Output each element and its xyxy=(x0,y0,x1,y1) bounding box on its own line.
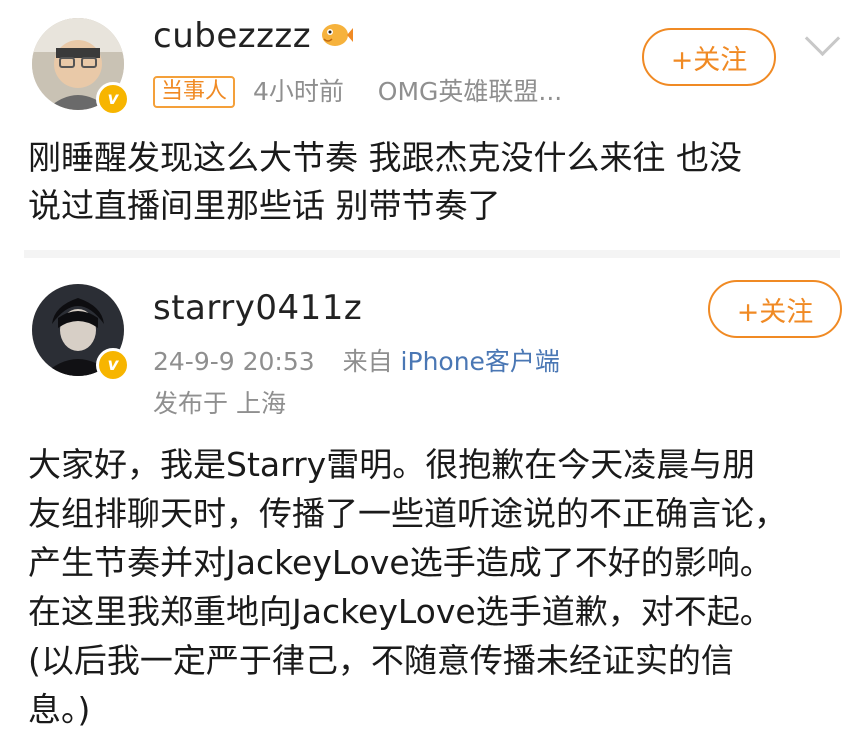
post-meta: 24-9-9 20:53 来自 iPhone客户端 xyxy=(153,342,560,378)
post-source[interactable]: OMG英雄联盟... xyxy=(378,77,562,106)
source-prefix: 来自 xyxy=(342,347,393,376)
post-content: 大家好，我是Starry雷明。很抱歉在今天凌晨与朋 友组排聊天时，传播了一些道听… xyxy=(28,445,787,729)
username[interactable]: cubezzzz xyxy=(153,16,354,56)
status-badge: 当事人 xyxy=(153,76,236,108)
username[interactable]: starry0411z xyxy=(153,288,362,328)
verified-badge-icon: v xyxy=(96,348,130,382)
follow-button[interactable]: +关注 xyxy=(642,28,776,86)
weibo-post-2: v starry0411z 24-9-9 20:53 来自 iPhone客户端 … xyxy=(0,258,864,752)
client-source-link[interactable]: iPhone客户端 xyxy=(401,347,560,376)
weibo-post-1: v cubezzzz 当事人 4小时前 OMG英雄联盟... +关注 刚睡醒发现… xyxy=(0,0,864,250)
post-location: 发布于 上海 xyxy=(153,389,286,418)
pufferfish-icon xyxy=(322,24,354,46)
chevron-down-icon[interactable] xyxy=(804,20,841,57)
post-time: 24-9-9 20:53 xyxy=(153,347,315,376)
verified-badge-icon: v xyxy=(96,82,130,116)
post-time: 4小时前 xyxy=(252,77,344,106)
post-meta: 当事人 4小时前 OMG英雄联盟... xyxy=(153,72,562,108)
post-divider xyxy=(24,250,840,258)
follow-button[interactable]: +关注 xyxy=(708,280,842,338)
post-content: 刚睡醒发现这么大节奏 我跟杰克没什么来往 也没 说过直播间里那些话 别带节奏了 xyxy=(28,138,742,225)
